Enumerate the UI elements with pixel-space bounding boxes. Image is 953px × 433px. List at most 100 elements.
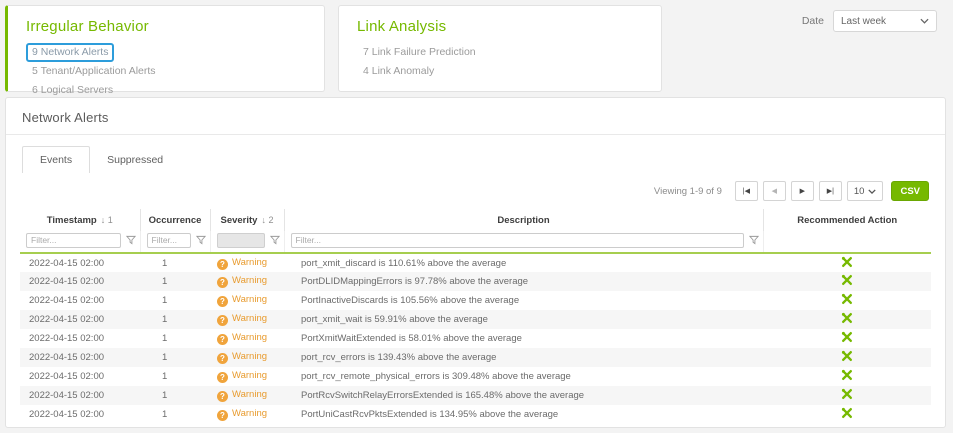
page-size-value: 10 bbox=[854, 186, 865, 197]
column-header-description[interactable]: Description bbox=[284, 209, 763, 231]
sort-indicator: ↓ 2 bbox=[261, 215, 273, 225]
sort-indicator: ↓ 1 bbox=[101, 215, 113, 225]
timestamp-cell: 2022-04-15 02:00 bbox=[20, 310, 140, 329]
severity-cell: ?Warning bbox=[210, 253, 284, 272]
recommended-action-cell bbox=[763, 329, 931, 348]
recommended-action-tools-icon[interactable] bbox=[841, 312, 853, 327]
first-page-button[interactable]: |◀ bbox=[735, 181, 758, 201]
severity-warning-icon: ? bbox=[217, 391, 228, 402]
severity-filter-input[interactable] bbox=[217, 233, 265, 248]
timestamp-filter-input[interactable] bbox=[26, 233, 121, 248]
severity-warning-icon: ? bbox=[217, 372, 228, 383]
occurrence-cell: 1 bbox=[140, 405, 210, 424]
date-range-select[interactable]: Last week bbox=[833, 10, 937, 32]
recommended-action-tools-icon[interactable] bbox=[841, 293, 853, 308]
occurrence-filter-input[interactable] bbox=[147, 233, 191, 248]
page-size-select[interactable]: 10 bbox=[847, 181, 884, 201]
severity-cell: ?Warning bbox=[210, 291, 284, 310]
description-cell: PortXmitWaitExtended is 58.01% above the… bbox=[284, 329, 763, 348]
viewing-count: Viewing 1-9 of 9 bbox=[654, 186, 722, 197]
recommended-action-tools-icon[interactable] bbox=[841, 331, 853, 346]
occurrence-cell: 1 bbox=[140, 386, 210, 405]
occurrence-cell: 1 bbox=[140, 329, 210, 348]
filter-row bbox=[20, 231, 931, 253]
recommended-action-tools-icon[interactable] bbox=[841, 369, 853, 384]
table-row[interactable]: 2022-04-15 02:00 1 ?Warning port_rcv_rem… bbox=[20, 367, 931, 386]
next-page-button[interactable]: ▶ bbox=[791, 181, 814, 201]
description-cell: PortDLIDMappingErrors is 97.78% above th… bbox=[284, 272, 763, 291]
table-row[interactable]: 2022-04-15 02:00 1 ?Warning PortInactive… bbox=[20, 291, 931, 310]
severity-cell: ?Warning bbox=[210, 405, 284, 424]
timestamp-cell: 2022-04-15 02:00 bbox=[20, 329, 140, 348]
card-item-link-failure-prediction[interactable]: 7 Link Failure Prediction bbox=[357, 43, 643, 62]
tab-events[interactable]: Events bbox=[22, 146, 90, 173]
table-row[interactable]: 2022-04-15 02:00 1 ?Warning PortUniCastR… bbox=[20, 405, 931, 424]
timestamp-cell: 2022-04-15 02:00 bbox=[20, 291, 140, 310]
table-row[interactable]: 2022-04-15 02:00 1 ?Warning PortDLIDMapp… bbox=[20, 272, 931, 291]
recommended-action-cell bbox=[763, 348, 931, 367]
severity-cell: ?Warning bbox=[210, 329, 284, 348]
severity-cell: ?Warning bbox=[210, 386, 284, 405]
recommended-action-tools-icon[interactable] bbox=[841, 256, 853, 271]
column-header-occurrence[interactable]: Occurrence bbox=[140, 209, 210, 231]
description-cell: PortUniCastRcvPktsExtended is 134.95% ab… bbox=[284, 405, 763, 424]
dashboard-page: Irregular Behavior 9 Network Alerts 5 Te… bbox=[0, 0, 953, 433]
recommended-action-cell bbox=[763, 310, 931, 329]
filter-funnel-icon[interactable] bbox=[749, 235, 759, 245]
column-header-timestamp[interactable]: Timestamp↓ 1 bbox=[20, 209, 140, 231]
recommended-action-tools-icon[interactable] bbox=[841, 350, 853, 365]
occurrence-cell: 1 bbox=[140, 348, 210, 367]
description-cell: PortInactiveDiscards is 105.56% above th… bbox=[284, 291, 763, 310]
tab-suppressed[interactable]: Suppressed bbox=[90, 147, 180, 173]
chevron-down-icon bbox=[868, 186, 876, 197]
severity-cell: ?Warning bbox=[210, 310, 284, 329]
recommended-action-cell bbox=[763, 291, 931, 310]
link-analysis-title: Link Analysis bbox=[357, 18, 643, 35]
card-item-network-alerts[interactable]: 9 Network Alerts bbox=[26, 43, 306, 62]
csv-export-button[interactable]: CSV bbox=[891, 181, 929, 201]
severity-warning-icon: ? bbox=[217, 259, 228, 270]
column-header-recommended-action[interactable]: Recommended Action bbox=[763, 209, 931, 231]
timestamp-cell: 2022-04-15 02:00 bbox=[20, 272, 140, 291]
severity-cell: ?Warning bbox=[210, 272, 284, 291]
filter-funnel-icon[interactable] bbox=[270, 235, 280, 245]
table-row[interactable]: 2022-04-15 02:00 1 ?Warning port_rcv_err… bbox=[20, 348, 931, 367]
severity-warning-icon: ? bbox=[217, 296, 228, 307]
recommended-action-cell bbox=[763, 405, 931, 424]
severity-warning-icon: ? bbox=[217, 410, 228, 421]
table-row[interactable]: 2022-04-15 02:00 1 ?Warning port_xmit_wa… bbox=[20, 310, 931, 329]
severity-cell: ?Warning bbox=[210, 367, 284, 386]
prev-page-button[interactable]: ◀ bbox=[763, 181, 786, 201]
severity-warning-icon: ? bbox=[217, 334, 228, 345]
filter-funnel-icon[interactable] bbox=[196, 235, 206, 245]
table-row[interactable]: 2022-04-15 02:00 1 ?Warning PortXmitWait… bbox=[20, 329, 931, 348]
last-page-button[interactable]: ▶| bbox=[819, 181, 842, 201]
timestamp-cell: 2022-04-15 02:00 bbox=[20, 253, 140, 272]
table-body: 2022-04-15 02:00 1 ?Warning port_xmit_di… bbox=[20, 253, 931, 424]
column-header-severity[interactable]: Severity↓ 2 bbox=[210, 209, 284, 231]
occurrence-cell: 1 bbox=[140, 310, 210, 329]
recommended-action-tools-icon[interactable] bbox=[841, 407, 853, 422]
irregular-behavior-title: Irregular Behavior bbox=[26, 18, 306, 35]
occurrence-cell: 1 bbox=[140, 253, 210, 272]
recommended-action-tools-icon[interactable] bbox=[841, 388, 853, 403]
irregular-behavior-card: Irregular Behavior 9 Network Alerts 5 Te… bbox=[5, 5, 325, 92]
table-row[interactable]: 2022-04-15 02:00 1 ?Warning port_xmit_di… bbox=[20, 253, 931, 272]
card-item-link-anomaly[interactable]: 4 Link Anomaly bbox=[357, 62, 643, 81]
occurrence-cell: 1 bbox=[140, 291, 210, 310]
timestamp-cell: 2022-04-15 02:00 bbox=[20, 367, 140, 386]
network-alerts-panel: Network Alerts Events Suppressed Viewing… bbox=[5, 97, 946, 428]
description-cell: port_rcv_errors is 139.43% above the ave… bbox=[284, 348, 763, 367]
severity-warning-icon: ? bbox=[217, 315, 228, 326]
recommended-action-cell bbox=[763, 367, 931, 386]
severity-cell: ?Warning bbox=[210, 348, 284, 367]
chevron-down-icon bbox=[920, 16, 929, 27]
description-filter-input[interactable] bbox=[291, 233, 744, 248]
table-row[interactable]: 2022-04-15 02:00 1 ?Warning PortRcvSwitc… bbox=[20, 386, 931, 405]
link-analysis-card: Link Analysis 7 Link Failure Prediction … bbox=[338, 5, 662, 92]
recommended-action-tools-icon[interactable] bbox=[841, 274, 853, 289]
filter-funnel-icon[interactable] bbox=[126, 235, 136, 245]
severity-warning-icon: ? bbox=[217, 277, 228, 288]
card-item-tenant-application-alerts[interactable]: 5 Tenant/Application Alerts bbox=[26, 62, 306, 81]
timestamp-cell: 2022-04-15 02:00 bbox=[20, 386, 140, 405]
